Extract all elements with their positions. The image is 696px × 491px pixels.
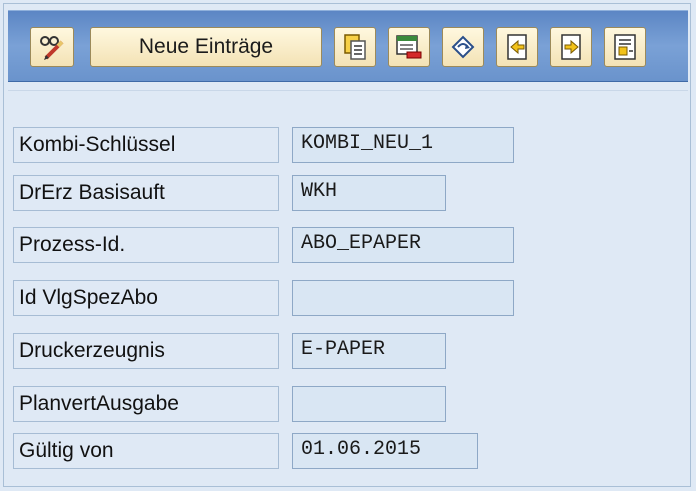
new-entries-button[interactable]: Neue Einträge: [90, 27, 322, 67]
previous-entry-button[interactable]: [496, 27, 538, 67]
form-row-planvertausgabe: PlanvertAusgabe: [13, 386, 693, 422]
select-all-button[interactable]: [604, 27, 646, 67]
gueltig-von-field[interactable]: 01.06.2015: [292, 433, 478, 469]
previous-entry-icon: [503, 33, 531, 61]
display-change-button[interactable]: [30, 27, 74, 67]
next-entry-icon: [557, 33, 585, 61]
form-row-drerz-basisauft: DrErz Basisauft WKH: [13, 175, 693, 211]
field-label: Kombi-Schlüssel: [13, 127, 279, 163]
undo-button[interactable]: [442, 27, 484, 67]
field-label: DrErz Basisauft: [13, 175, 279, 211]
prozess-id-field[interactable]: ABO_EPAPER: [292, 227, 514, 263]
select-all-icon: [611, 33, 639, 61]
delete-icon: [395, 33, 423, 61]
delete-button[interactable]: [388, 27, 430, 67]
kombi-schluessel-field[interactable]: KOMBI_NEU_1: [292, 127, 514, 163]
field-label: Id VlgSpezAbo: [13, 280, 279, 316]
form-row-prozess-id: Prozess-Id. ABO_EPAPER: [13, 227, 693, 263]
druckerzeugnis-field[interactable]: E-PAPER: [292, 333, 446, 369]
field-label: Prozess-Id.: [13, 227, 279, 263]
planvertausgabe-field[interactable]: [292, 386, 446, 422]
field-label: Gültig von: [13, 433, 279, 469]
copy-button[interactable]: [334, 27, 376, 67]
form-row-gueltig-von: Gültig von 01.06.2015: [13, 433, 693, 469]
id-vlgspezabo-field[interactable]: [292, 280, 514, 316]
form-row-id-vlgspezabo: Id VlgSpezAbo: [13, 280, 693, 316]
field-label: Druckerzeugnis: [13, 333, 279, 369]
copy-icon: [342, 33, 368, 61]
new-entries-label: Neue Einträge: [138, 35, 274, 58]
form-row-kombi-schluessel: Kombi-Schlüssel KOMBI_NEU_1: [13, 127, 693, 163]
edit-glasses-icon: [37, 32, 67, 62]
form-row-druckerzeugnis: Druckerzeugnis E-PAPER: [13, 333, 693, 369]
toolbar-divider: [8, 90, 688, 91]
next-entry-button[interactable]: [550, 27, 592, 67]
field-label: PlanvertAusgabe: [13, 386, 279, 422]
application-toolbar: Neue Einträge: [8, 10, 688, 82]
undo-icon: [449, 33, 477, 61]
drerz-basisauft-field[interactable]: WKH: [292, 175, 446, 211]
